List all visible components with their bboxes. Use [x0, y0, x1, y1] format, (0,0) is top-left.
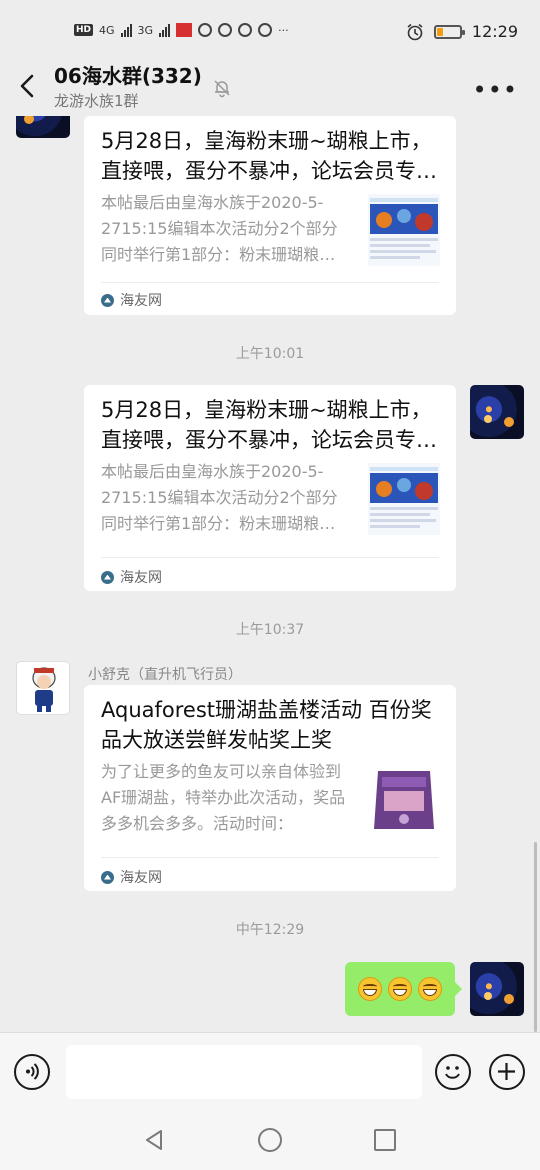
self-avatar[interactable]	[470, 385, 524, 439]
mute-bell-icon	[214, 80, 230, 98]
network-3g-label: 3G	[137, 23, 154, 37]
grinning-face-emoji-icon	[388, 977, 412, 1001]
source-label: 海友网	[120, 870, 162, 886]
card-thumbnail-image	[368, 463, 440, 535]
nav-back-icon[interactable]	[144, 1128, 164, 1152]
card-description: 为了让更多的鱼友可以亲自体验到AF珊湖盐，特举办此次活动，奖品多多机会多多。活动…	[101, 762, 346, 833]
app-notification-icon	[198, 23, 213, 37]
timestamp: 中午12:29	[235, 922, 305, 938]
chat-scrollbar[interactable]	[534, 842, 537, 1032]
nav-recents-icon[interactable]	[374, 1129, 396, 1151]
sender-avatar[interactable]	[16, 116, 70, 138]
card-divider	[101, 857, 439, 858]
network-4g-label: 4G	[99, 23, 115, 37]
card-divider	[101, 557, 439, 558]
status-right: 12:29	[406, 22, 518, 41]
source-logo-icon	[101, 570, 114, 584]
source-logo-icon	[101, 293, 114, 307]
card-thumbnail-image	[368, 194, 440, 266]
emoji-button[interactable]	[435, 1054, 471, 1090]
voice-icon	[26, 1063, 39, 1080]
clock: 12:29	[471, 22, 518, 41]
more-notifications-icon: ···	[278, 23, 289, 37]
source-label: 海友网	[120, 570, 162, 586]
card-title: 5月28日，皇海粉末珊~瑚粮上市，直接喂，蛋分不暴冲，论坛会员专享价 50元/5…	[101, 129, 437, 183]
link-card-message[interactable]: 5月28日，皇海粉末珊~瑚粮上市，直接喂，蛋分不暴冲，论坛会员专享价 50元/5…	[84, 385, 456, 591]
card-title: 5月28日，皇海粉末珊~瑚粮上市，直接喂，蛋分不暴冲，论坛会员专享价 50元/5…	[101, 398, 437, 452]
card-divider	[101, 282, 439, 283]
card-description: 本帖最后由皇海水族于2020-5-2715:15编辑本次活动分2个部分同时举行第…	[101, 462, 338, 533]
back-arrow-icon[interactable]	[14, 70, 42, 102]
more-options-icon[interactable]: •••	[473, 76, 518, 104]
card-source: 海友网	[101, 567, 162, 587]
pilot-avatar-icon	[32, 667, 56, 712]
nav-home-icon[interactable]	[258, 1128, 282, 1152]
chat-subtitle: 龙游水族1群	[54, 92, 139, 110]
emoji-message-bubble[interactable]	[345, 962, 462, 1016]
source-label: 海友网	[120, 293, 162, 309]
alarm-icon	[407, 23, 423, 40]
voice-input-button[interactable]	[14, 1054, 50, 1090]
signal-strength-icon	[120, 23, 132, 37]
battery-icon	[433, 24, 465, 39]
hd-badge: HD	[74, 24, 94, 36]
more-functions-button[interactable]	[489, 1054, 525, 1090]
stock-app-icon	[176, 23, 193, 37]
status-left: HD 4G 3G ···	[74, 23, 289, 37]
message-list[interactable]: 5月28日，皇海粉末珊~瑚粮上市，直接喂，蛋分不暴冲，论坛会员专享价 50元/5…	[0, 116, 540, 1032]
camera-app-icon	[218, 23, 233, 37]
card-source: 海友网	[101, 290, 162, 310]
card-description: 本帖最后由皇海水族于2020-5-2715:15编辑本次活动分2个部分同时举行第…	[101, 193, 338, 264]
source-logo-icon	[101, 870, 114, 884]
card-thumbnail-image	[368, 763, 440, 835]
chat-title: 06海水群(332)	[54, 64, 202, 88]
qq-app-icon	[258, 23, 273, 37]
timestamp: 上午10:01	[235, 346, 305, 362]
system-navigation-bar	[0, 1110, 540, 1170]
grinning-face-emoji-icon	[358, 977, 382, 1001]
chat-header: 06海水群(332) 龙游水族1群 •••	[0, 56, 540, 116]
input-bar	[0, 1032, 540, 1110]
baidu-app-icon	[238, 23, 253, 37]
grinning-face-emoji-icon	[418, 977, 442, 1001]
card-source: 海友网	[101, 867, 162, 887]
status-bar: HD 4G 3G ··· 12:29	[0, 0, 540, 64]
sender-name: 小舒克（直升机飞行员）	[88, 667, 242, 683]
signal-strength-2-icon	[159, 23, 171, 37]
card-title: Aquaforest珊湖盐盖楼活动 百份奖品大放送尝鲜发帖奖上奖	[101, 698, 432, 752]
smiley-icon	[445, 1066, 460, 1079]
message-input[interactable]	[66, 1045, 422, 1099]
sender-avatar[interactable]	[16, 661, 70, 715]
link-card-message[interactable]: Aquaforest珊湖盐盖楼活动 百份奖品大放送尝鲜发帖奖上奖 为了让更多的鱼…	[84, 685, 456, 891]
timestamp: 上午10:37	[235, 622, 305, 638]
link-card-message[interactable]: 5月28日，皇海粉末珊~瑚粮上市，直接喂，蛋分不暴冲，论坛会员专享价 50元/5…	[84, 116, 456, 315]
plus-icon	[498, 1063, 515, 1080]
self-avatar[interactable]	[470, 962, 524, 1016]
